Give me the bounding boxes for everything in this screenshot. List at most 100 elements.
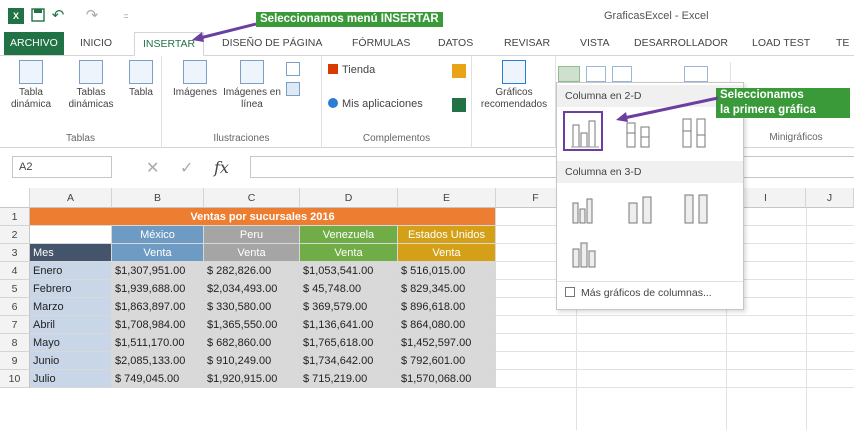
tab-archivo[interactable]: ARCHIVO [4,32,64,55]
bing-maps-icon[interactable] [452,64,466,78]
row-header[interactable]: 10 [0,370,30,388]
sales-value-cell[interactable]: $ 45,748.00 [300,280,398,298]
sales-value-cell[interactable]: $2,085,133.00 [112,352,204,370]
sales-value-cell[interactable]: $2,034,493.00 [204,280,300,298]
imagenes-button[interactable]: Imágenes [168,60,222,99]
sales-value-cell[interactable]: $ 829,345.00 [398,280,496,298]
sales-value-cell[interactable]: $1,939,688.00 [112,280,204,298]
sales-value-cell[interactable]: $ 330,580.00 [204,298,300,316]
tabla-dinamica-button[interactable]: Tabla dinámica [4,60,58,111]
row-header[interactable]: 9 [0,352,30,370]
sales-value-cell[interactable]: $1,734,642.00 [300,352,398,370]
save-icon[interactable] [30,8,46,24]
month-cell[interactable]: Enero [30,262,112,280]
tab-formulas[interactable]: FÓRMULAS [352,32,410,55]
redo-icon[interactable]: ↷ [84,8,100,24]
quick-access-more-icon[interactable]: = [118,8,134,24]
column-chart-button[interactable] [558,66,580,82]
month-cell[interactable]: Julio [30,370,112,388]
country-header-cell[interactable]: México [112,226,204,244]
month-cell[interactable]: Junio [30,352,112,370]
row-header[interactable]: 5 [0,280,30,298]
line-chart-button[interactable] [586,66,606,82]
sales-value-cell[interactable]: $1,452,597.00 [398,334,496,352]
sales-value-cell[interactable]: $1,765,618.00 [300,334,398,352]
country-header-cell[interactable]: Estados Unidos [398,226,496,244]
3d-column-option[interactable] [565,233,605,273]
column-header-a[interactable]: A [30,188,112,208]
month-cell[interactable]: Mayo [30,334,112,352]
sales-value-cell[interactable]: $ 864,080.00 [398,316,496,334]
clustered-column-2d-option[interactable] [563,111,603,151]
column-header-j[interactable]: J [806,188,854,208]
sales-value-cell[interactable]: $ 715,219.00 [300,370,398,388]
cell-a2[interactable] [30,226,112,244]
tablas-dinamicas-button[interactable]: Tablas dinámicas [62,60,120,111]
pivot-chart-button[interactable] [684,66,708,82]
undo-icon[interactable]: ↶ [50,8,66,24]
shapes-icon[interactable] [286,62,300,76]
sales-value-cell[interactable]: $1,570,068.00 [398,370,496,388]
column-header-c[interactable]: C [204,188,300,208]
sales-value-cell[interactable]: $1,307,951.00 [112,262,204,280]
sales-value-cell[interactable]: $ 792,601.00 [398,352,496,370]
country-header-cell[interactable]: Venezuela [300,226,398,244]
more-column-charts-link[interactable]: Más gráficos de columnas... [565,287,712,303]
sales-value-cell[interactable]: $ 749,045.00 [112,370,204,388]
tab-revisar[interactable]: REVISAR [504,32,550,55]
venta-header-cell[interactable]: Venta [300,244,398,262]
sparkline-column-icon[interactable] [762,62,786,82]
sales-value-cell[interactable]: $1,365,550.00 [204,316,300,334]
name-box[interactable]: A2 [12,156,112,178]
pie-chart-button[interactable] [612,66,632,82]
table-title-cell[interactable]: Ventas por sucursales 2016 [30,208,496,226]
sales-value-cell[interactable]: $1,920,915.00 [204,370,300,388]
people-graph-icon[interactable] [452,98,466,112]
tab-inicio[interactable]: INICIO [80,32,112,55]
cancel-icon[interactable]: ✕ [146,158,159,178]
venta-header-cell[interactable]: Venta [112,244,204,262]
graficos-recomendados-button[interactable]: Gráficos recomendados [476,60,552,111]
country-header-cell[interactable]: Peru [204,226,300,244]
column-header-e[interactable]: E [398,188,496,208]
smartart-icon[interactable] [286,82,300,96]
tienda-button[interactable]: Tienda [328,64,375,78]
row-header[interactable]: 1 [0,208,30,226]
row-header[interactable]: 8 [0,334,30,352]
sales-value-cell[interactable]: $ 282,826.00 [204,262,300,280]
insert-function-icon[interactable]: fx [214,158,229,177]
sales-value-cell[interactable]: $ 516,015.00 [398,262,496,280]
sales-value-cell[interactable]: $1,511,170.00 [112,334,204,352]
sales-value-cell[interactable]: $ 369,579.00 [300,298,398,316]
clustered-column-3d-option[interactable] [565,189,605,229]
mis-aplicaciones-button[interactable]: Mis aplicaciones [328,98,423,112]
venta-header-cell[interactable]: Venta [398,244,496,262]
sparkline-winloss-icon[interactable] [820,62,844,82]
sales-value-cell[interactable]: $1,708,984.00 [112,316,204,334]
sales-value-cell[interactable]: $ 910,249.00 [204,352,300,370]
row-header[interactable]: 6 [0,298,30,316]
tab-load-test[interactable]: LOAD TEST [752,32,810,55]
sales-value-cell[interactable]: $ 896,618.00 [398,298,496,316]
tab-datos[interactable]: DATOS [438,32,473,55]
month-cell[interactable]: Marzo [30,298,112,316]
sales-value-cell[interactable]: $1,136,641.00 [300,316,398,334]
sales-value-cell[interactable]: $1,863,897.00 [112,298,204,316]
column-header-d[interactable]: D [300,188,398,208]
sales-value-cell[interactable]: $ 682,860.00 [204,334,300,352]
tab-vista[interactable]: VISTA [580,32,610,55]
row-header[interactable]: 4 [0,262,30,280]
tab-te[interactable]: TE [836,32,849,55]
venta-header-cell[interactable]: Venta [204,244,300,262]
sparkline-line-icon[interactable] [730,62,754,82]
tab-desarrollador[interactable]: DESARROLLADOR [634,32,728,55]
tabla-button[interactable]: Tabla [122,60,160,99]
confirm-icon[interactable]: ✓ [180,158,193,178]
100-stacked-column-3d-option[interactable] [677,189,717,229]
row-header[interactable]: 3 [0,244,30,262]
stacked-column-3d-option[interactable] [621,189,661,229]
month-cell[interactable]: Febrero [30,280,112,298]
select-all-corner[interactable] [0,188,30,208]
imagenes-en-linea-button[interactable]: Imágenes en línea [222,60,282,111]
row-header[interactable]: 7 [0,316,30,334]
